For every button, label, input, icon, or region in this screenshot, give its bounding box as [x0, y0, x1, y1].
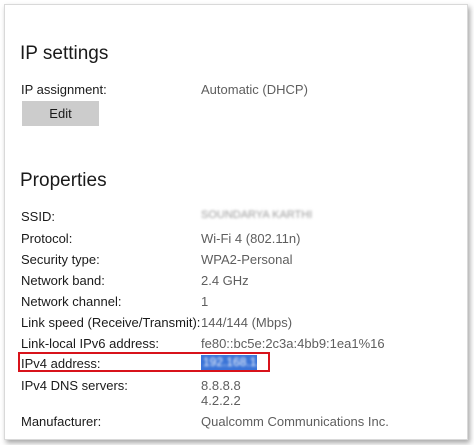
- protocol-label: Protocol:: [21, 231, 73, 246]
- ipv4-dns-primary: 8.8.8.8: [201, 378, 241, 393]
- ipv6-address-label: Link-local IPv6 address:: [21, 336, 160, 351]
- properties-heading: Properties: [20, 170, 107, 191]
- security-type-label: Security type:: [21, 252, 100, 267]
- ssid-value: SOUNDARYA KARTHI: [201, 209, 313, 221]
- network-channel-value: 1: [201, 294, 209, 309]
- network-channel-label: Network channel:: [21, 294, 122, 309]
- network-band-value: 2.4 GHz: [201, 273, 249, 288]
- security-type-value: WPA2-Personal: [201, 252, 293, 267]
- wifi-properties-panel: IP settings IP assignment: Automatic (DH…: [4, 4, 468, 440]
- manufacturer-value: Qualcomm Communications Inc.: [201, 414, 389, 429]
- ipv6-address-value: fe80::bc5e:2c3a:4bb9:1ea1%16: [201, 336, 385, 351]
- link-speed-label: Link speed (Receive/Transmit):: [21, 315, 201, 330]
- ip-settings-heading: IP settings: [20, 43, 109, 64]
- ip-assignment-value: Automatic (DHCP): [201, 82, 308, 97]
- ipv4-dns-secondary: 4.2.2.2: [201, 393, 241, 408]
- manufacturer-label: Manufacturer:: [21, 414, 102, 429]
- network-band-label: Network band:: [21, 273, 105, 288]
- ssid-label: SSID:: [21, 209, 55, 224]
- ip-assignment-label: IP assignment:: [21, 82, 107, 97]
- link-speed-value: 144/144 (Mbps): [201, 315, 293, 330]
- ipv4-dns-label: IPv4 DNS servers:: [21, 378, 128, 393]
- protocol-value: Wi-Fi 4 (802.11n): [201, 231, 301, 246]
- edit-button[interactable]: Edit: [22, 101, 99, 126]
- ipv4-highlight-box: [18, 352, 270, 372]
